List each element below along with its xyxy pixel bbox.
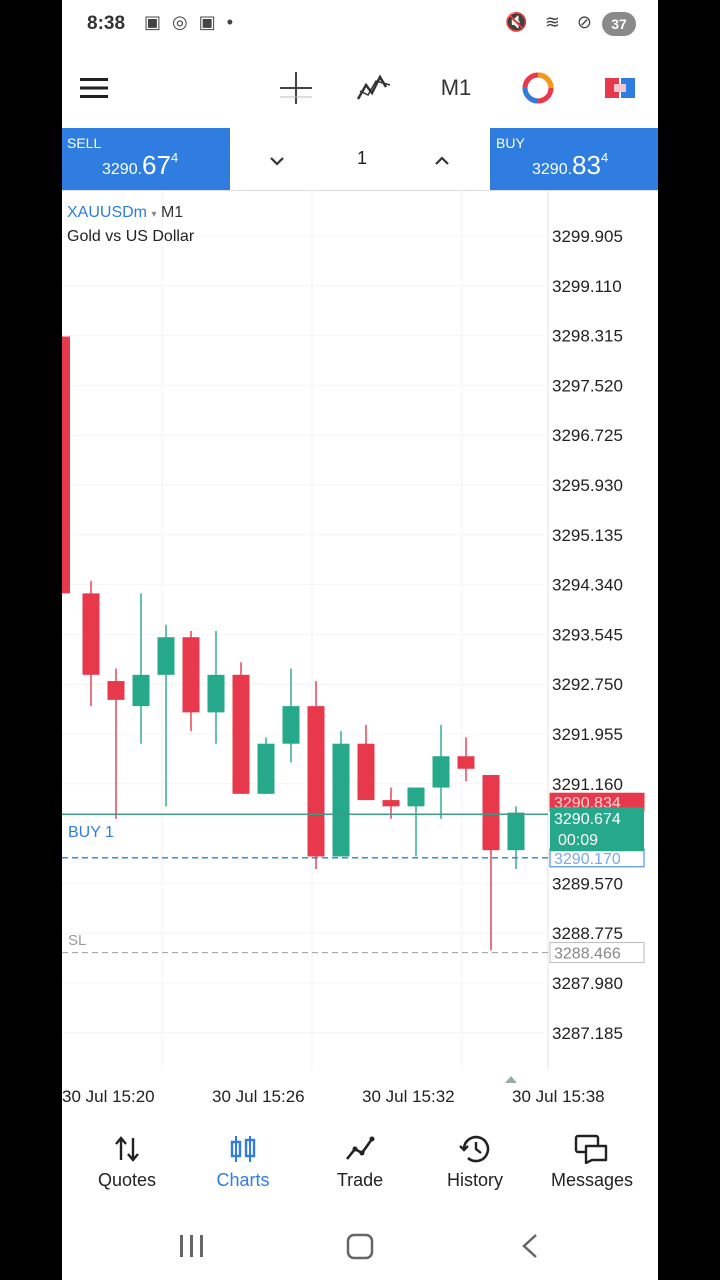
chart-shift-marker xyxy=(505,1076,517,1083)
y-axis-tick-label: 3293.545 xyxy=(552,625,623,644)
phone-screen: 8:38 ▣ ◎ ▣ • 🔇 ≋ ⊘ 37 M1 SELL 3290.674 1… xyxy=(62,0,658,1280)
bottom-navigation: Quotes Charts Trade History Messages xyxy=(62,1120,658,1215)
candle-body xyxy=(182,637,200,713)
buy-price: 3290.834 xyxy=(532,150,609,180)
y-axis-tick-label: 3287.980 xyxy=(552,974,623,993)
chart-symbol[interactable]: XAUUSDm ▾ M1 xyxy=(67,204,183,222)
y-axis-tick-label: 3298.315 xyxy=(552,327,623,346)
chart-symbol-description: Gold vs US Dollar xyxy=(67,228,195,245)
candle-body xyxy=(457,756,475,769)
nav-messages[interactable]: Messages xyxy=(537,1134,647,1191)
battery-icon: 37 xyxy=(602,12,636,36)
candle-body xyxy=(282,706,300,744)
y-axis-tick-label: 3292.750 xyxy=(552,675,623,694)
sell-price: 3290.674 xyxy=(102,150,179,180)
system-status-icons: 🔇 ≋ ⊘ xyxy=(505,12,598,32)
candle-body xyxy=(207,674,225,713)
nav-charts[interactable]: Charts xyxy=(188,1134,298,1191)
candle-body xyxy=(257,743,275,794)
chart-canvas[interactable]: 3299.905 3299.110 3298.315 3297.520 3296.725… xyxy=(62,190,658,1120)
y-axis-tick-label: 3297.520 xyxy=(552,376,623,395)
x-axis-tick-label: 30 Jul 15:20 xyxy=(62,1087,155,1106)
y-axis-tick-label: 3288.775 xyxy=(552,924,623,943)
buy-label: BUY xyxy=(496,135,525,151)
y-axis-tick-label: 3296.725 xyxy=(552,426,623,445)
bid-price-tag-text: 3290.674 xyxy=(554,811,621,828)
candle-body xyxy=(107,681,125,700)
y-axis-tick-label: 3294.340 xyxy=(552,576,623,595)
candle-body xyxy=(132,674,150,707)
nav-quotes-label: Quotes xyxy=(97,1170,157,1190)
timeframe-button[interactable]: M1 xyxy=(436,68,476,108)
y-axis-tick-label: 3287.185 xyxy=(552,1024,623,1043)
nav-trade-label: Trade xyxy=(336,1170,384,1190)
one-click-trading-icon[interactable] xyxy=(600,68,640,108)
nav-charts-label: Charts xyxy=(216,1170,270,1190)
candle-body xyxy=(307,706,325,857)
notification-icons: ▣ ◎ ▣ • xyxy=(144,12,237,32)
candle-body xyxy=(82,593,100,675)
system-navigation-bar xyxy=(62,1215,658,1280)
x-axis-tick-label: 30 Jul 15:32 xyxy=(362,1087,455,1106)
charts-icon xyxy=(230,1136,256,1162)
recent-apps-icon[interactable] xyxy=(180,1235,203,1257)
candle-body xyxy=(482,775,500,851)
back-icon[interactable] xyxy=(522,1234,537,1258)
candle-body xyxy=(357,743,375,801)
nav-history-label: History xyxy=(446,1170,503,1190)
messages-icon xyxy=(574,1134,608,1164)
one-click-trade-panel: SELL 3290.674 1 BUY 3290.834 xyxy=(62,128,658,191)
nav-quotes[interactable]: Quotes xyxy=(72,1134,182,1191)
buy-position-tag-text: 3290.170 xyxy=(554,851,621,868)
history-icon xyxy=(459,1135,490,1163)
trade-icon xyxy=(345,1136,375,1160)
candle-body xyxy=(382,800,400,807)
stop-loss-tag-text: 3288.466 xyxy=(554,946,621,963)
candle-body xyxy=(157,637,175,675)
position-label[interactable]: BUY 1 xyxy=(68,824,114,842)
nav-history[interactable]: History xyxy=(420,1134,530,1191)
candle-body xyxy=(62,336,70,594)
candle-body xyxy=(432,756,450,788)
stop-loss-label[interactable]: SL xyxy=(68,932,86,949)
candle-body xyxy=(407,787,425,807)
y-axis-tick-label: 3291.160 xyxy=(552,775,623,794)
nav-messages-label: Messages xyxy=(550,1170,634,1190)
y-axis-tick-label: 3299.110 xyxy=(552,277,622,296)
sell-button[interactable]: SELL 3290.674 xyxy=(62,128,230,190)
buy-button[interactable]: BUY 3290.834 xyxy=(490,128,658,190)
candle-body xyxy=(232,674,250,794)
y-axis-tick-label: 3291.955 xyxy=(552,725,623,744)
price-chart[interactable]: 3299.905 3299.110 3298.315 3297.520 3296.725… xyxy=(62,190,658,1120)
crosshair-icon[interactable] xyxy=(276,68,316,108)
lot-increase-button[interactable] xyxy=(427,146,457,176)
objects-icon[interactable] xyxy=(518,68,558,108)
y-axis-tick-label: 3295.135 xyxy=(552,526,623,545)
indicators-icon[interactable] xyxy=(354,68,394,108)
candle-body xyxy=(507,812,525,851)
status-time: 8:38 xyxy=(87,13,126,34)
quotes-icon xyxy=(115,1136,139,1162)
sell-label: SELL xyxy=(67,135,102,151)
y-axis-tick-label: 3295.930 xyxy=(552,476,623,495)
y-axis-tick-label: 3299.905 xyxy=(552,227,623,246)
candle-body xyxy=(332,743,350,857)
status-bar: 8:38 ▣ ◎ ▣ • 🔇 ≋ ⊘ 37 xyxy=(62,0,658,48)
x-axis-tick-label: 30 Jul 15:38 xyxy=(512,1087,605,1106)
menu-icon[interactable] xyxy=(74,68,114,108)
y-axis-tick-label: 3289.570 xyxy=(552,874,623,893)
chart-toolbar: M1 xyxy=(62,48,658,128)
x-axis-tick-label: 30 Jul 15:26 xyxy=(212,1087,305,1106)
home-icon[interactable] xyxy=(346,1233,374,1260)
lot-decrease-button[interactable] xyxy=(262,146,292,176)
candle-countdown-text: 00:09 xyxy=(558,832,598,849)
lot-size-input[interactable]: 1 xyxy=(347,148,377,169)
nav-trade[interactable]: Trade xyxy=(305,1134,415,1191)
